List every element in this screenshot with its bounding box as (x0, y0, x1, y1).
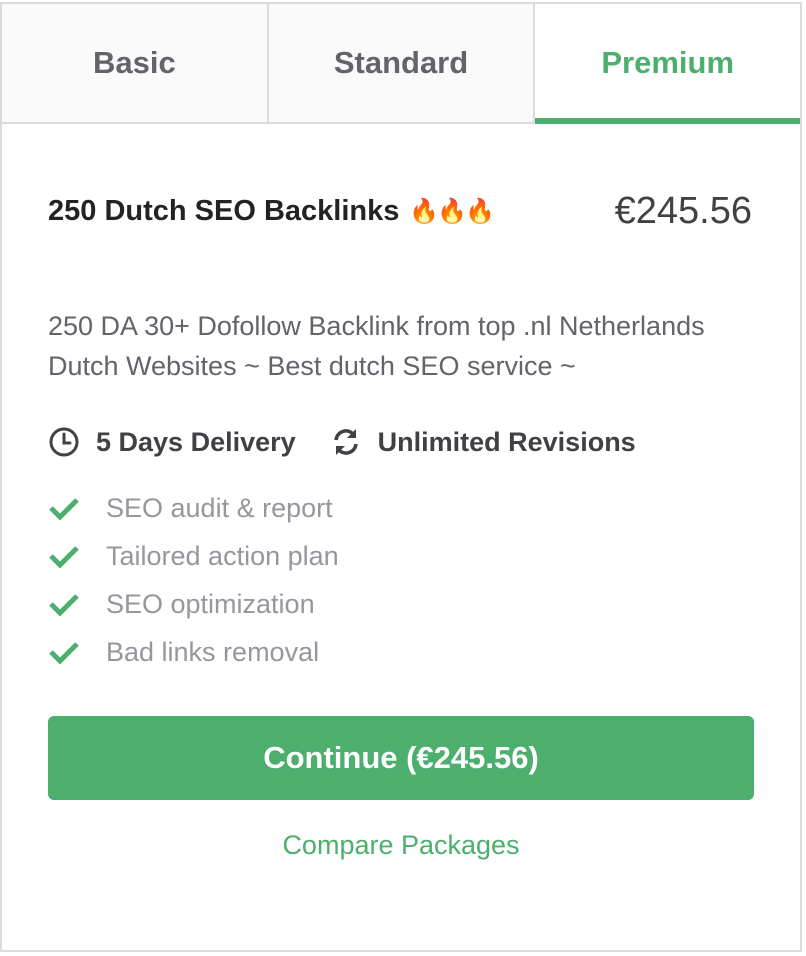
package-title: 250 Dutch SEO Backlinks 🔥🔥🔥 (48, 194, 495, 228)
feature-list: SEO audit & report Tailored action plan … (48, 484, 752, 676)
package-title-text: 250 Dutch SEO Backlinks (48, 194, 400, 227)
feature-item: SEO optimization (48, 580, 752, 628)
package-tabs: Basic Standard Premium (2, 4, 801, 124)
check-icon (49, 546, 79, 568)
tab-premium[interactable]: Premium (535, 4, 801, 124)
delivery-info: 5 Days Delivery (48, 426, 296, 458)
feature-label: SEO optimization (106, 588, 315, 619)
check-icon (49, 498, 79, 520)
feature-item: Bad links removal (48, 628, 752, 676)
clock-icon (49, 427, 79, 457)
feature-label: Tailored action plan (106, 540, 339, 571)
revisions-info: Unlimited Revisions (330, 426, 636, 458)
check-icon (49, 594, 79, 616)
delivery-label: 5 Days Delivery (96, 426, 296, 457)
package-meta: 5 Days Delivery Unlimited Revisions (48, 422, 752, 462)
package-header: 250 Dutch SEO Backlinks 🔥🔥🔥 €245.56 (48, 190, 752, 232)
tab-basic[interactable]: Basic (2, 4, 269, 122)
package-card: Basic Standard Premium 250 Dutch SEO Bac… (0, 2, 802, 952)
package-price: €245.56 (614, 189, 752, 232)
feature-label: SEO audit & report (106, 492, 333, 523)
fire-emoji: 🔥🔥🔥 (409, 197, 495, 225)
feature-label: Bad links removal (106, 636, 320, 667)
feature-item: SEO audit & report (48, 484, 752, 532)
continue-button[interactable]: Continue (€245.56) (48, 716, 754, 800)
package-content: 250 Dutch SEO Backlinks 🔥🔥🔥 €245.56 250 … (2, 190, 800, 861)
compare-packages-link[interactable]: Compare Packages (48, 830, 754, 861)
package-description: 250 DA 30+ Dofollow Backlink from top .n… (48, 311, 705, 381)
feature-item: Tailored action plan (48, 532, 752, 580)
refresh-icon (333, 429, 358, 455)
check-icon (49, 642, 79, 664)
tab-standard[interactable]: Standard (268, 4, 536, 122)
revisions-label: Unlimited Revisions (377, 426, 636, 457)
